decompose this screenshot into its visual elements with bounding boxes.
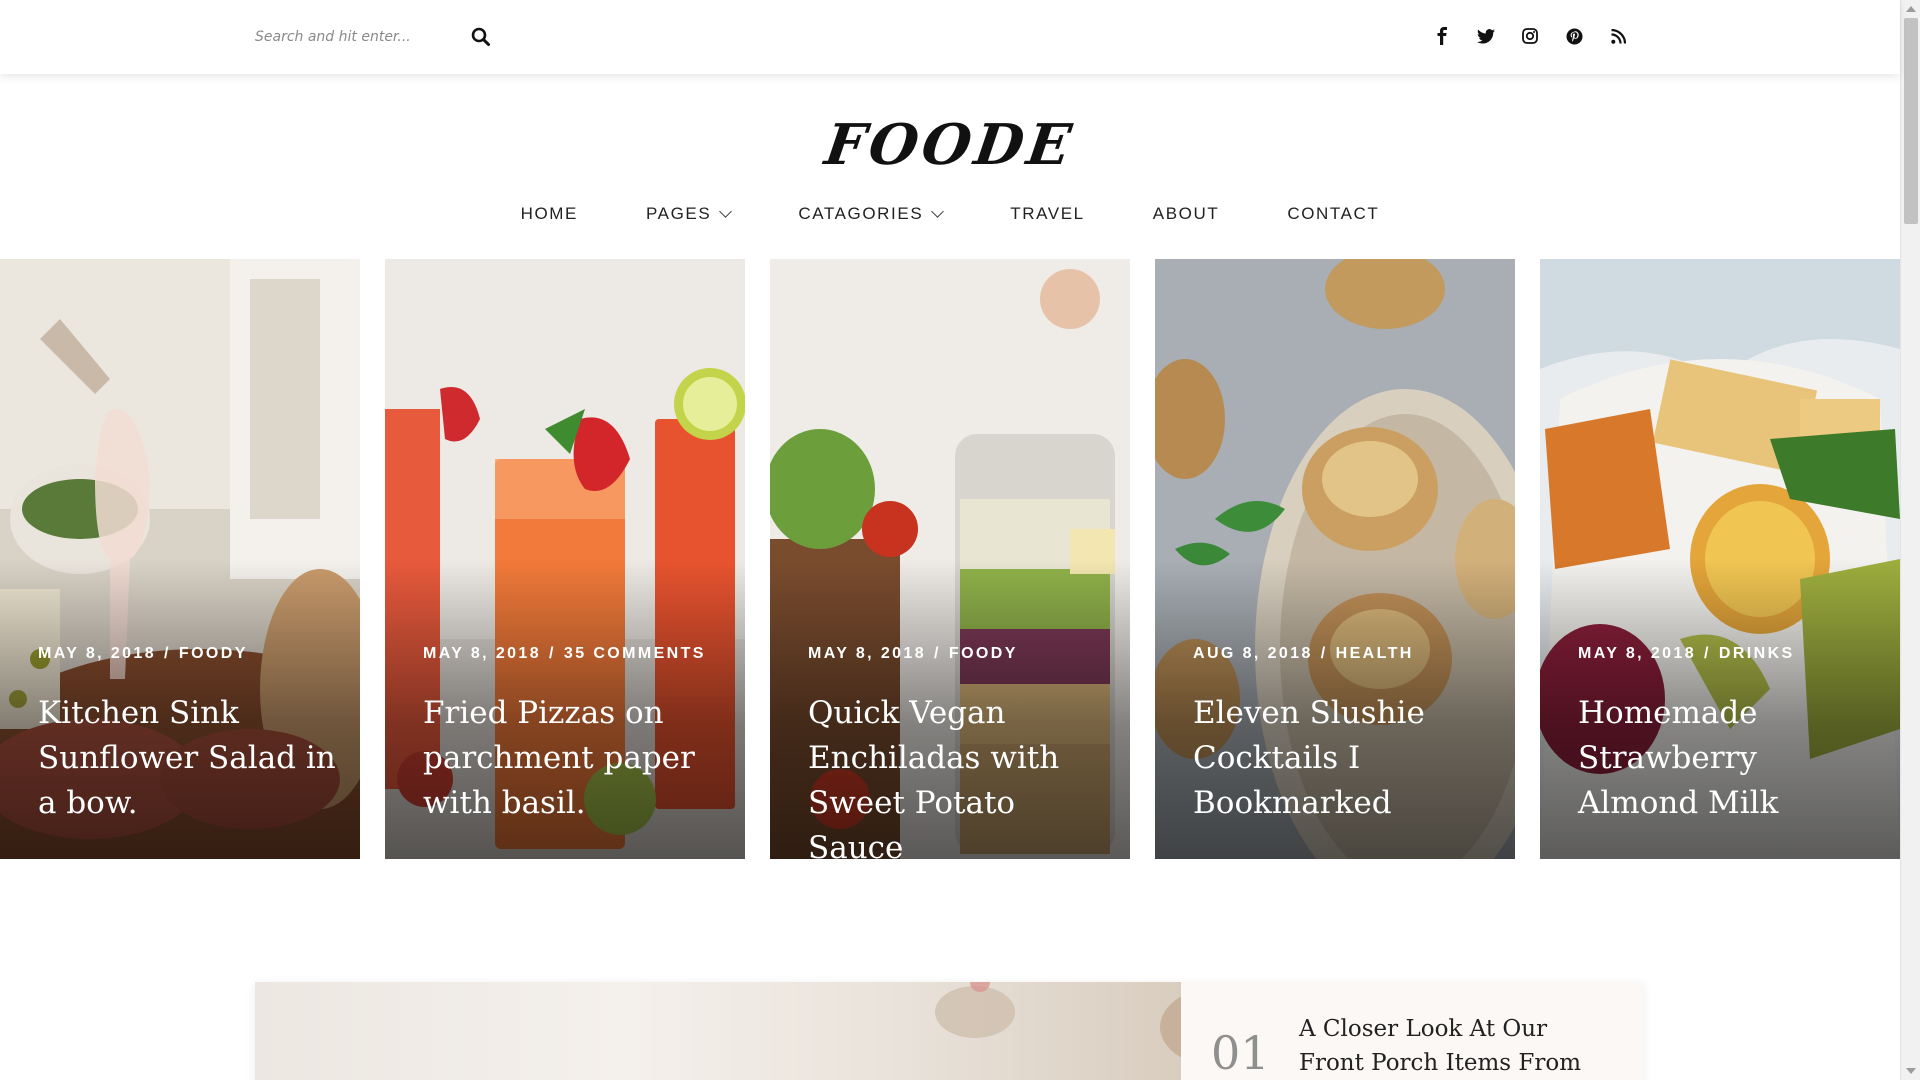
chevron-down-icon (931, 205, 945, 218)
post-category[interactable]: FOODY (949, 645, 1018, 662)
post-date: MAY 8, 2018 (1578, 645, 1697, 662)
nav-item-label: TRAVEL (1010, 204, 1085, 223)
post-date: MAY 8, 2018 (423, 645, 542, 662)
nav-item-label: PAGES (645, 204, 712, 223)
post-title[interactable]: Fried Pizzas on parchment paper with bas… (423, 691, 723, 826)
post-category[interactable]: DRINKS (1719, 645, 1795, 662)
scroll-thumb[interactable] (1904, 18, 1918, 224)
featured-list: 01 A Closer Look At Our Front Porch Item… (1181, 982, 1643, 1080)
nav-item-label: CONTACT (1287, 204, 1380, 223)
pinterest-icon[interactable] (1564, 24, 1584, 48)
post-card[interactable]: MAY 8, 2018 / FOODY Quick Vegan Enchiladas… (770, 259, 1130, 859)
post-meta: MAY 8, 2018 / FOODY (38, 645, 248, 663)
featured-number: 01 (1211, 1026, 1270, 1080)
rss-icon[interactable] (1608, 24, 1628, 48)
nav-item-home[interactable]: HOME (487, 200, 612, 228)
post-card[interactable]: MAY 8, 2018 / DRINKS Homemade Strawberry A… (1540, 259, 1900, 859)
featured-title[interactable]: A Closer Look At Our Front Porch Items F… (1299, 1012, 1619, 1080)
meta-separator: / (934, 645, 941, 662)
social-links (1432, 24, 1628, 48)
nav-item-travel[interactable]: TRAVEL (976, 200, 1118, 228)
post-category[interactable]: HEALTH (1336, 645, 1414, 662)
top-bar (0, 0, 1900, 74)
post-meta: MAY 8, 2018 / FOODY (808, 645, 1018, 663)
post-title[interactable]: Homemade Strawberry Almond Milk (1578, 691, 1878, 826)
post-title[interactable]: Kitchen Sink Sunflower Salad in a bow. (38, 691, 338, 826)
post-date: AUG 8, 2018 (1193, 645, 1313, 662)
main-nav: HOME PAGES CATAGORIES TRAVEL ABOUT CONTA… (0, 200, 1900, 228)
post-meta: MAY 8, 2018 / DRINKS (1578, 645, 1795, 663)
post-date: MAY 8, 2018 (808, 645, 927, 662)
post-title[interactable]: Quick Vegan Enchiladas with Sweet Potato… (808, 691, 1108, 859)
search-input[interactable] (255, 22, 455, 52)
nav-item-about[interactable]: ABOUT (1119, 200, 1254, 228)
site-logo[interactable]: FOODE (0, 112, 1905, 178)
featured-section: 01 A Closer Look At Our Front Porch Item… (255, 972, 1643, 1080)
nav-item-catagories[interactable]: CATAGORIES (764, 200, 976, 228)
meta-separator: / (164, 645, 171, 662)
featured-image-detail (935, 972, 1280, 1067)
nav-item-pages[interactable]: PAGES (612, 200, 764, 228)
meta-separator: / (1320, 645, 1328, 662)
post-card[interactable]: AUG 8, 2018 / HEALTH Eleven Slushie Cockta… (1155, 259, 1515, 859)
nav-item-label: ABOUT (1152, 204, 1220, 223)
post-comments[interactable]: 35 COMMENTS (564, 645, 706, 662)
post-meta: AUG 8, 2018 / HEALTH (1193, 645, 1414, 663)
post-card[interactable]: MAY 8, 2018 / FOODY Kitchen Sink Sunflower… (0, 259, 360, 859)
page-scrollbar[interactable] (1900, 0, 1920, 1080)
nav-item-label: CATAGORIES (798, 204, 924, 223)
search-icon[interactable] (471, 27, 493, 49)
chevron-down-icon (719, 205, 733, 218)
meta-separator: / (549, 645, 556, 662)
featured-posts-carousel: MAY 8, 2018 / FOODY Kitchen Sink Sunflower… (0, 259, 1900, 859)
post-meta: MAY 8, 2018 / 35 COMMENTS (423, 645, 706, 663)
meta-separator: / (1704, 645, 1711, 662)
scroll-down-arrow-icon[interactable] (1906, 1068, 1916, 1074)
facebook-icon[interactable] (1432, 24, 1452, 48)
post-category[interactable]: FOODY (179, 645, 248, 662)
nav-item-label: HOME (520, 204, 578, 223)
nav-item-contact[interactable]: CONTACT (1253, 200, 1413, 228)
post-title[interactable]: Eleven Slushie Cocktails I Bookmarked (1193, 691, 1493, 826)
post-card[interactable]: MAY 8, 2018 / 35 COMMENTS Fried Pizzas on … (385, 259, 745, 859)
featured-image[interactable] (255, 972, 1280, 1080)
search-form (255, 20, 495, 54)
instagram-icon[interactable] (1520, 24, 1540, 48)
post-date: MAY 8, 2018 (38, 645, 157, 662)
twitter-icon[interactable] (1476, 24, 1496, 48)
scroll-up-arrow-icon[interactable] (1906, 6, 1916, 12)
